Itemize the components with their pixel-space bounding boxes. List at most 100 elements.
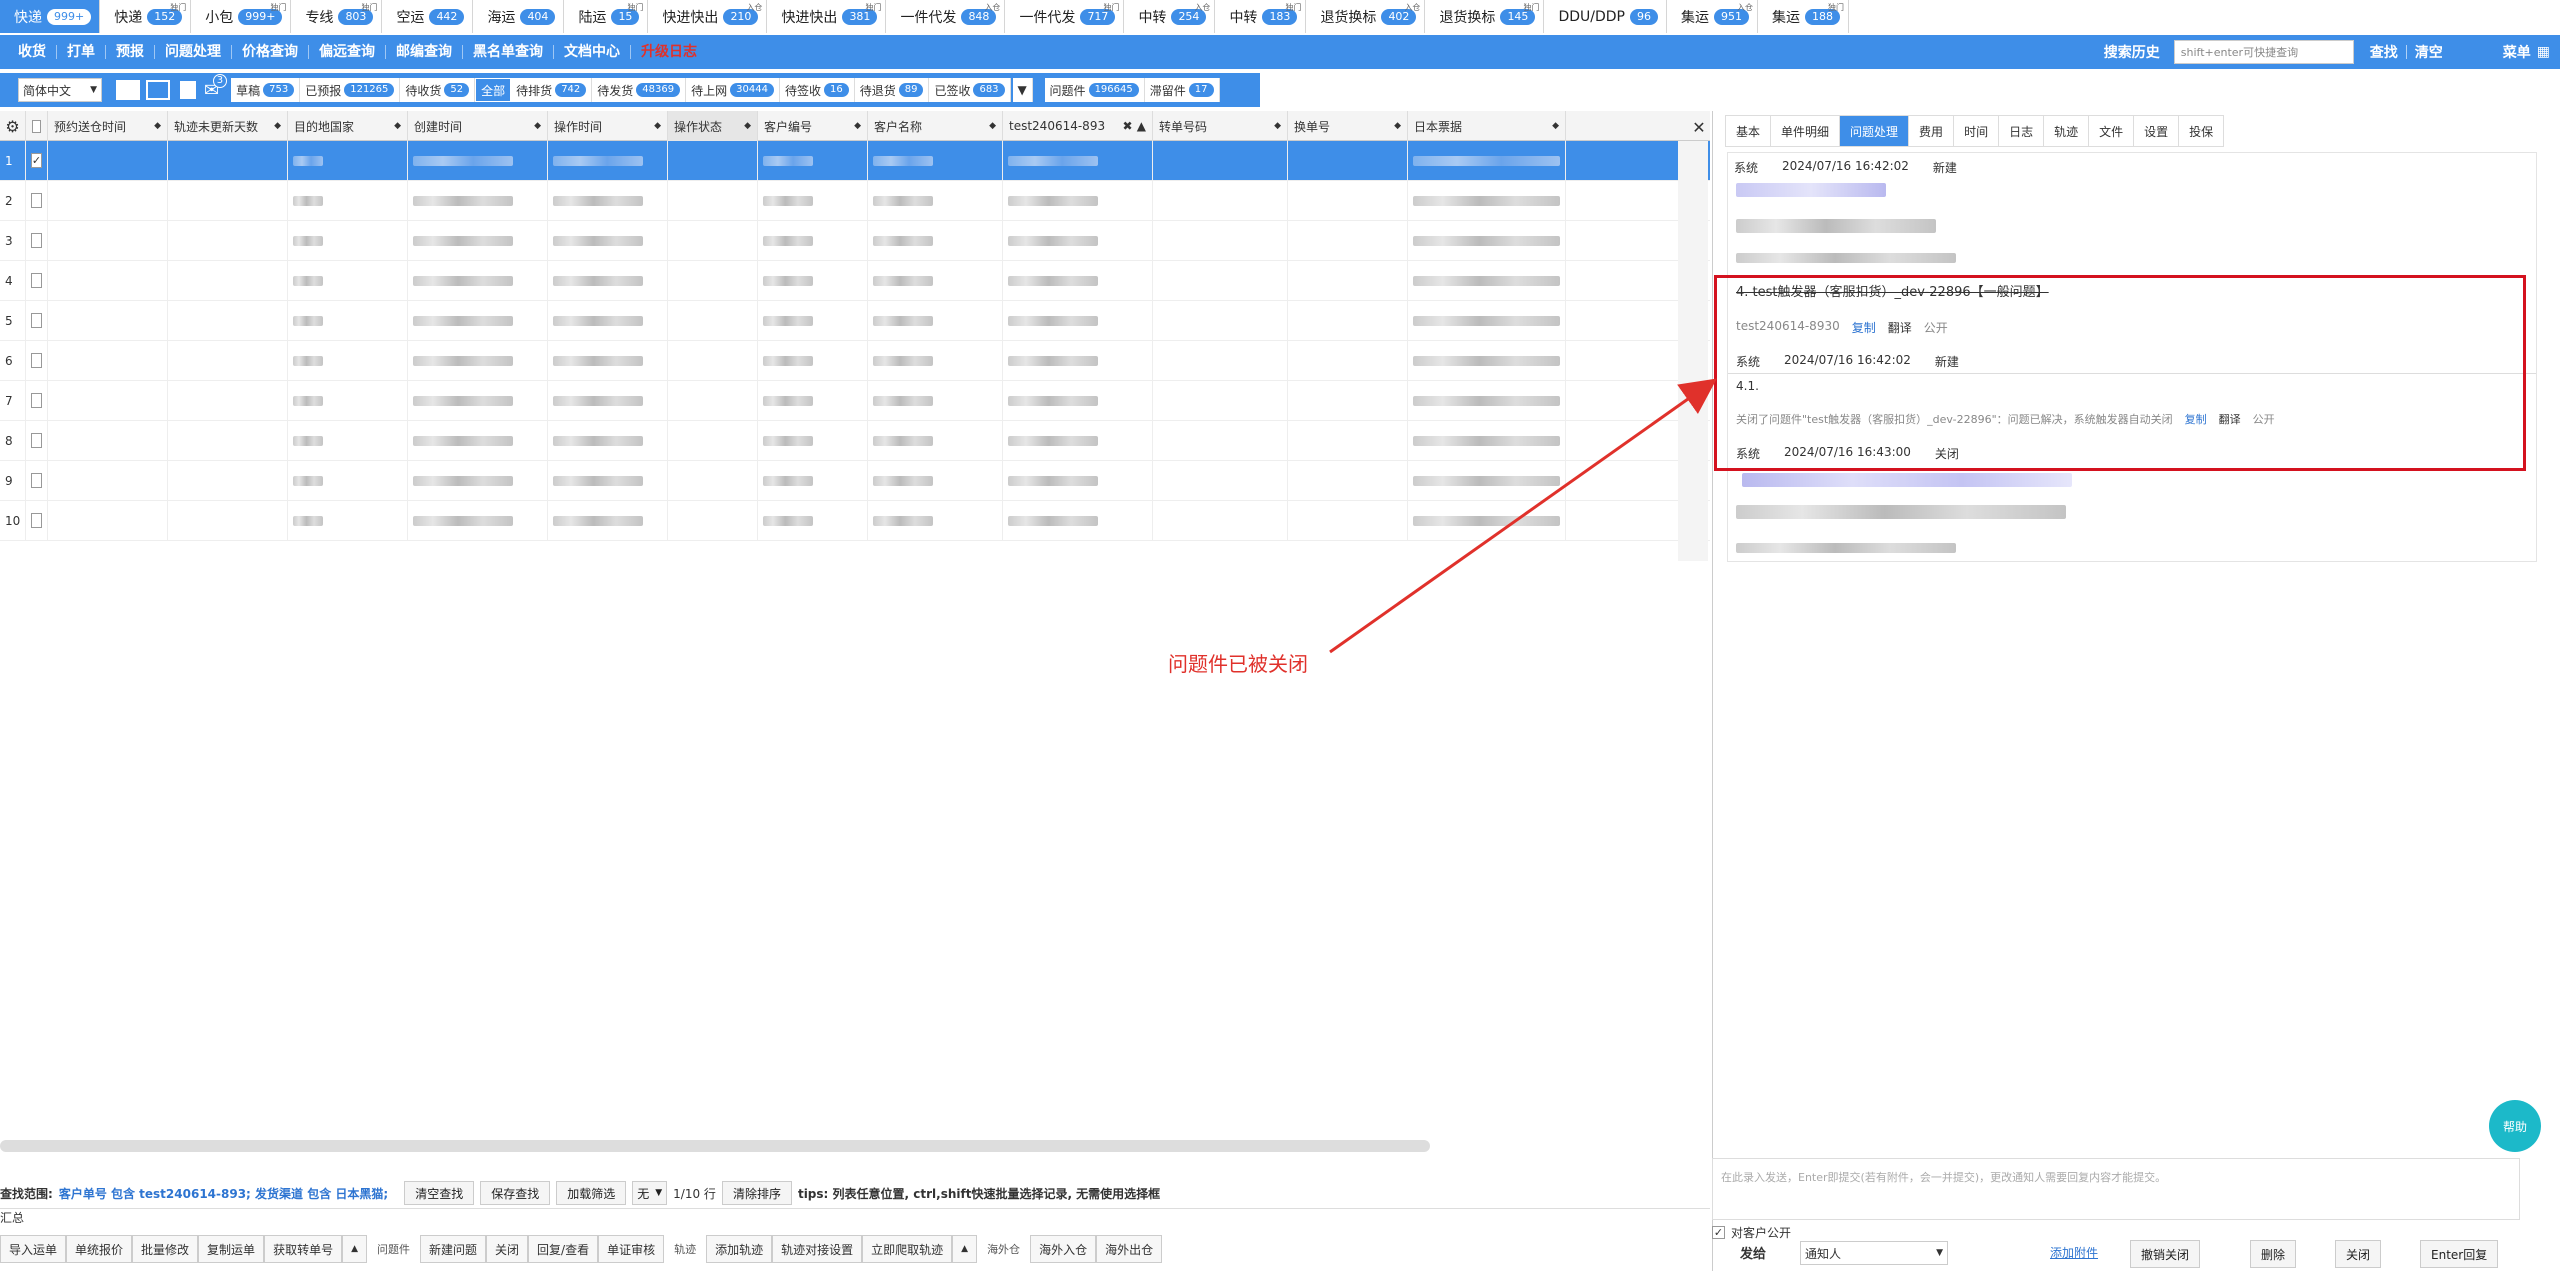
- select-all-checkbox-cell[interactable]: [26, 111, 48, 141]
- sort-icon[interactable]: ◆: [854, 121, 861, 131]
- action-button[interactable]: 批量修改: [132, 1235, 199, 1263]
- mail-icon[interactable]: ✉ 3: [204, 73, 228, 101]
- module-tab[interactable]: 集运 951 入仓: [1666, 0, 1758, 33]
- column-header[interactable]: 转单号码 ◆: [1153, 111, 1288, 141]
- row-checkbox[interactable]: [31, 193, 42, 208]
- chevron-up-icon[interactable]: ▲: [342, 1235, 367, 1263]
- action-button[interactable]: 添加轨迹: [706, 1235, 773, 1263]
- menu-item[interactable]: 收货: [0, 45, 56, 59]
- filter-pill[interactable]: 问题件 196645: [1044, 78, 1145, 102]
- revoke-close-button[interactable]: 撤销关闭: [2130, 1240, 2201, 1268]
- detail-tab[interactable]: 基本: [1725, 115, 1772, 147]
- row-checkbox[interactable]: [31, 393, 42, 408]
- column-header[interactable]: 操作状态 ◆: [668, 111, 758, 141]
- sort-icon[interactable]: ◆: [534, 121, 541, 131]
- action-button[interactable]: 新建问题: [420, 1235, 487, 1263]
- clear-sort-button[interactable]: 清除排序: [721, 1181, 792, 1205]
- row-checkbox[interactable]: [31, 353, 42, 368]
- detail-tab[interactable]: 轨迹: [2044, 115, 2090, 147]
- filter-pill[interactable]: 待上网 30444: [686, 78, 780, 102]
- action-button[interactable]: 单统报价: [66, 1235, 133, 1263]
- filter-pill[interactable]: 待退货 89: [854, 78, 930, 102]
- menu-item[interactable]: 邮编查询: [385, 45, 462, 59]
- module-tab[interactable]: 一件代发 717 独门: [1005, 0, 1125, 33]
- filter-pill[interactable]: 已预报 121265: [300, 78, 401, 102]
- table-row[interactable]: 4: [0, 261, 1710, 301]
- row-checkbox[interactable]: ✓: [30, 153, 43, 168]
- more-filters-dropdown[interactable]: ▼: [1012, 78, 1033, 102]
- filter-pill[interactable]: 待排货 742: [511, 78, 593, 102]
- module-tab[interactable]: 海运 404: [473, 0, 565, 33]
- module-tab[interactable]: 退货换标 402 入仓: [1306, 0, 1426, 33]
- notify-select[interactable]: 通知人 ▼: [1800, 1241, 1948, 1265]
- clear-button[interactable]: 清空: [2415, 42, 2443, 62]
- table-row[interactable]: 8: [0, 421, 1710, 461]
- filter-pill[interactable]: 已签收 683: [929, 78, 1011, 102]
- menu-item[interactable]: 文档中心: [553, 45, 630, 59]
- detail-tab[interactable]: 单件明细: [1771, 115, 1841, 147]
- chevron-up-icon[interactable]: ▲: [952, 1235, 978, 1263]
- detail-tab[interactable]: 设置: [2134, 115, 2180, 147]
- quick-search-input[interactable]: shift+enter可快捷查询: [2173, 40, 2354, 64]
- layout-single-icon[interactable]: [116, 80, 140, 100]
- detail-tab[interactable]: 文件: [2089, 115, 2135, 147]
- saved-filter-select[interactable]: 无 ▼: [632, 1181, 668, 1205]
- menu-grid-icon[interactable]: ▦: [2537, 44, 2550, 60]
- row-checkbox[interactable]: [31, 233, 42, 248]
- help-button[interactable]: 帮助: [2489, 1100, 2541, 1152]
- filter-pill[interactable]: 待签收 16: [779, 78, 855, 102]
- detail-tab[interactable]: 时间: [1954, 115, 2000, 147]
- sort-icon[interactable]: ◆: [154, 121, 161, 131]
- menu-item[interactable]: 升级日志: [630, 45, 707, 59]
- menu-item[interactable]: 黑名单查询: [462, 45, 553, 59]
- column-header[interactable]: 换单号 ◆: [1288, 111, 1408, 141]
- menu-item[interactable]: 价格查询: [231, 45, 308, 59]
- row-checkbox[interactable]: [31, 313, 42, 328]
- action-button[interactable]: 海外入仓: [1030, 1235, 1097, 1263]
- enter-reply-button[interactable]: Enter回复: [2420, 1240, 2499, 1268]
- column-header[interactable]: test240614-893 ✖ ▲: [1003, 111, 1153, 141]
- module-tab[interactable]: 一件代发 848 入仓: [886, 0, 1006, 33]
- row-checkbox[interactable]: [31, 273, 42, 288]
- search-history-link[interactable]: 搜索历史: [2104, 42, 2160, 62]
- public-toggle[interactable]: ✓ 对客户公开: [1712, 1224, 1791, 1241]
- module-tab[interactable]: 快进快出 210 入仓: [648, 0, 768, 33]
- close-icon[interactable]: ✕: [1688, 118, 1710, 140]
- action-button[interactable]: 立即爬取轨迹: [862, 1235, 953, 1263]
- close-issue-button[interactable]: 关闭: [2335, 1240, 2382, 1268]
- table-row[interactable]: 10: [0, 501, 1710, 541]
- menu-item[interactable]: 问题处理: [154, 45, 231, 59]
- column-header[interactable]: 轨迹未更新天数 ◆: [168, 111, 288, 141]
- action-button[interactable]: 单证审核: [598, 1235, 665, 1263]
- settings-gear-icon[interactable]: ⚙: [0, 111, 26, 141]
- module-tab[interactable]: 中转 183 独门: [1215, 0, 1307, 33]
- reply-textarea[interactable]: 在此录入发送，Enter即提交(若有附件，会一并提交)，更改通知人需要回复内容才…: [1712, 1158, 2520, 1220]
- row-checkbox[interactable]: [31, 473, 42, 488]
- module-tab[interactable]: 专线 803 独门: [291, 0, 383, 33]
- module-tab[interactable]: 小包 999+ 独门: [191, 0, 292, 33]
- horizontal-scrollbar[interactable]: [0, 1140, 1430, 1152]
- module-tab[interactable]: 快进快出 381 独门: [767, 0, 887, 33]
- sort-icon[interactable]: ◆: [1394, 121, 1401, 131]
- row-checkbox[interactable]: [31, 513, 42, 528]
- menu-item[interactable]: 预报: [105, 45, 154, 59]
- table-row[interactable]: 9: [0, 461, 1710, 501]
- column-header[interactable]: 预约送仓时间 ◆: [48, 111, 168, 141]
- module-tab[interactable]: 快递 999+: [0, 0, 101, 33]
- action-button[interactable]: 海外出仓: [1096, 1235, 1163, 1263]
- sort-icon[interactable]: ◆: [1552, 121, 1559, 131]
- sort-icon[interactable]: ◆: [989, 121, 996, 131]
- action-button[interactable]: 轨迹对接设置: [772, 1235, 863, 1263]
- column-header[interactable]: 客户名称 ◆: [868, 111, 1003, 141]
- load-filter-button[interactable]: 加载筛选: [556, 1181, 627, 1205]
- module-tab[interactable]: 快递 152 独门: [100, 0, 192, 33]
- sort-icon[interactable]: ◆: [394, 121, 401, 131]
- sort-icon[interactable]: ◆: [274, 121, 281, 131]
- column-header[interactable]: 操作时间 ◆: [548, 111, 668, 141]
- action-button[interactable]: 回复/查看: [528, 1235, 599, 1263]
- menu-item[interactable]: 打单: [56, 45, 105, 59]
- column-header[interactable]: 创建时间 ◆: [408, 111, 548, 141]
- filter-pill[interactable]: 滞留件 17: [1144, 78, 1220, 102]
- detail-tab[interactable]: 费用: [1909, 115, 1955, 147]
- document-icon[interactable]: [180, 81, 196, 99]
